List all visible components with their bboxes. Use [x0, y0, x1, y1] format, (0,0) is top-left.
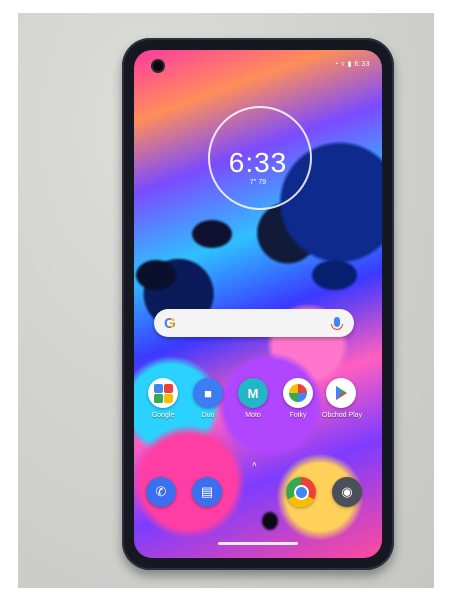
dock-camera-icon[interactable]: ◉	[332, 477, 362, 507]
app-label: Obchod Play	[322, 412, 363, 419]
app-google-folder[interactable]: Google	[144, 378, 182, 419]
dock-messages-icon[interactable]: ▤	[192, 477, 222, 507]
home-gesture-bar[interactable]	[218, 542, 298, 545]
video-camera-icon: ■	[193, 378, 223, 408]
moto-logo-icon: M	[238, 378, 268, 408]
app-play-store[interactable]: Obchod Play	[322, 378, 363, 419]
status-time: 6:33	[354, 61, 370, 68]
app-photos[interactable]: Fotky	[279, 378, 317, 419]
dock-chrome-icon[interactable]	[286, 477, 316, 507]
wallpaper-splash	[192, 220, 232, 248]
status-bar: ◔ ▿ ▮ 6:33	[334, 60, 370, 68]
wallpaper-splash	[136, 260, 176, 290]
dock-phone-icon[interactable]: ✆	[146, 477, 176, 507]
app-label: Fotky	[289, 412, 307, 419]
clock-weather: 7° 79	[249, 179, 267, 186]
status-icons: ◔ ▿ ▮	[333, 61, 355, 68]
microphone-icon[interactable]	[331, 317, 343, 330]
pinwheel-icon-svg	[289, 384, 307, 402]
wallpaper-splash	[312, 260, 357, 290]
google-folder-icon	[148, 378, 178, 408]
pinwheel-icon	[283, 378, 313, 408]
app-label: Duo	[201, 412, 215, 419]
app-moto[interactable]: M Moto	[234, 378, 272, 419]
google-search-bar[interactable]: G	[154, 309, 354, 337]
app-label: Moto	[245, 412, 261, 419]
play-triangle-icon	[326, 378, 356, 408]
play-triangle-icon-svg	[336, 386, 347, 400]
front-camera	[153, 61, 163, 71]
wallpaper-splash	[262, 512, 278, 530]
app-label: Google	[151, 412, 175, 419]
clock-time: 6:33	[228, 147, 288, 178]
phone-screen: ◔ ▿ ▮ 6:33 6:33 7° 79 G Google ■ Duo M M…	[134, 50, 382, 558]
app-duo[interactable]: ■ Duo	[189, 378, 227, 419]
app-drawer-chevron-icon[interactable]: ˄	[252, 460, 257, 469]
google-logo-icon: G	[164, 315, 176, 332]
